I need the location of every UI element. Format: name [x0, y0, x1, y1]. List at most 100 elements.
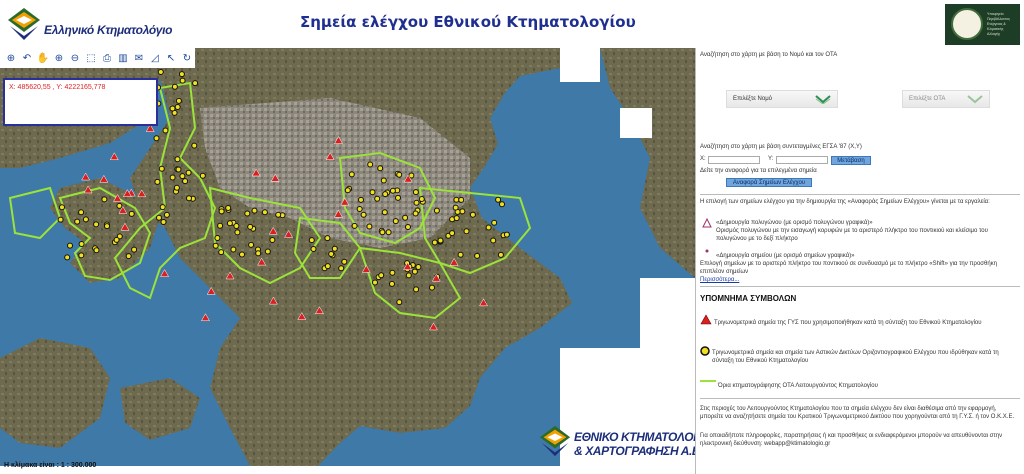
control-point-marker[interactable] [310, 246, 317, 252]
mail-icon[interactable]: ✉ [132, 51, 146, 65]
control-point-marker[interactable] [360, 211, 367, 218]
control-point-marker[interactable] [192, 80, 199, 87]
control-point-marker[interactable] [226, 220, 233, 227]
x-coordinate-input[interactable] [708, 156, 760, 164]
zoom-box-icon[interactable]: ⬚ [84, 51, 98, 65]
control-point-marker[interactable] [131, 246, 138, 253]
control-point-marker[interactable] [367, 161, 374, 168]
control-point-marker[interactable] [125, 253, 132, 260]
control-point-marker[interactable] [175, 97, 182, 104]
control-point-marker[interactable] [429, 284, 435, 291]
control-point-marker[interactable] [356, 206, 363, 212]
control-point-marker[interactable] [453, 196, 460, 203]
control-point-marker[interactable] [389, 187, 396, 194]
control-point-marker[interactable] [412, 189, 419, 196]
control-point-marker[interactable] [469, 211, 476, 218]
point-tool-icon[interactable] [704, 248, 710, 254]
control-point-marker[interactable] [156, 214, 162, 221]
control-point-marker[interactable] [93, 247, 100, 254]
control-point-marker[interactable] [182, 178, 189, 185]
control-point-marker[interactable] [392, 218, 399, 225]
control-point-marker[interactable] [178, 71, 185, 78]
control-point-marker[interactable] [338, 265, 345, 272]
control-point-marker[interactable] [78, 252, 85, 259]
control-point-marker[interactable] [378, 272, 385, 279]
control-point-marker[interactable] [405, 272, 412, 279]
control-point-marker[interactable] [233, 223, 240, 229]
go-button[interactable]: Μετάβαση [831, 156, 871, 165]
control-point-marker[interactable] [82, 216, 89, 223]
control-point-marker[interactable] [495, 196, 502, 203]
print-icon[interactable]: ⎙ [100, 51, 114, 65]
control-point-marker[interactable] [377, 165, 384, 172]
control-point-marker[interactable] [214, 235, 221, 241]
control-point-marker[interactable] [452, 204, 459, 211]
report-button[interactable]: Αναφορά Σημείων Ελέγχου [726, 178, 812, 187]
control-point-marker[interactable] [59, 204, 65, 211]
control-point-marker[interactable] [230, 246, 237, 253]
control-point-marker[interactable] [78, 209, 85, 216]
control-point-marker[interactable] [459, 208, 466, 215]
select-nomos-dropdown[interactable]: Επιλέξτε Νομό [726, 90, 838, 108]
arrow-icon[interactable]: ↖ [164, 51, 178, 65]
control-point-marker[interactable] [64, 254, 71, 261]
control-point-marker[interactable] [374, 195, 381, 202]
control-point-marker[interactable] [308, 237, 315, 244]
more-link[interactable]: Περισσότερα... [700, 277, 739, 283]
control-point-marker[interactable] [159, 204, 166, 211]
control-point-marker[interactable] [160, 219, 167, 225]
control-point-marker[interactable] [248, 241, 255, 248]
polygon-icon[interactable]: ◿ [148, 51, 162, 65]
control-point-marker[interactable] [453, 215, 460, 222]
control-point-marker[interactable] [67, 242, 73, 249]
control-point-marker[interactable] [175, 166, 182, 173]
control-point-marker[interactable] [457, 251, 464, 258]
control-point-marker[interactable] [418, 196, 425, 202]
control-point-marker[interactable] [191, 142, 198, 149]
hand-icon[interactable]: ✋ [36, 51, 50, 65]
control-point-marker[interactable] [171, 83, 178, 90]
control-point-marker[interactable] [57, 216, 64, 223]
control-point-marker[interactable] [217, 222, 224, 229]
zoom-in-icon[interactable]: ⊕ [52, 51, 66, 65]
control-point-marker[interactable] [174, 156, 181, 163]
control-point-marker[interactable] [402, 214, 409, 221]
control-point-marker[interactable] [169, 174, 176, 181]
control-point-marker[interactable] [395, 194, 401, 201]
control-point-marker[interactable] [239, 251, 245, 258]
pan-icon[interactable]: ↶ [20, 51, 34, 65]
control-point-marker[interactable] [128, 210, 135, 217]
control-point-marker[interactable] [485, 224, 492, 231]
control-point-marker[interactable] [261, 209, 268, 216]
control-point-marker[interactable] [158, 165, 165, 172]
control-point-marker[interactable] [173, 184, 180, 191]
control-point-marker[interactable] [186, 195, 192, 202]
control-point-marker[interactable] [396, 171, 403, 178]
control-point-marker[interactable] [412, 210, 419, 217]
control-point-marker[interactable] [93, 221, 100, 228]
control-point-marker[interactable] [163, 211, 170, 218]
control-point-marker[interactable] [458, 196, 465, 203]
zoom-full-icon[interactable]: ⊕ [4, 51, 18, 65]
control-point-marker[interactable] [269, 237, 276, 243]
control-point-marker[interactable] [179, 173, 186, 180]
control-point-marker[interactable] [381, 209, 388, 216]
control-point-marker[interactable] [157, 69, 164, 75]
control-point-marker[interactable] [218, 249, 225, 256]
control-point-marker[interactable] [503, 231, 510, 238]
control-point-marker[interactable] [474, 252, 481, 259]
control-point-marker[interactable] [113, 236, 120, 243]
control-point-marker[interactable] [379, 229, 386, 236]
control-point-marker[interactable] [497, 251, 504, 258]
control-point-marker[interactable] [264, 248, 271, 255]
control-point-marker[interactable] [389, 280, 395, 287]
control-point-marker[interactable] [366, 223, 373, 230]
measure-icon[interactable]: ▥ [116, 51, 130, 65]
control-point-marker[interactable] [275, 211, 282, 218]
map-canvas[interactable]: ⊕ ↶ ✋ ⊕ ⊖ ⬚ ⎙ ▥ ✉ ◿ ↖ ↻ X: 485620,55 , Y… [0, 48, 695, 466]
control-point-marker[interactable] [251, 207, 258, 214]
control-point-marker[interactable] [413, 286, 420, 293]
control-point-marker[interactable] [162, 127, 169, 134]
control-point-marker[interactable] [369, 189, 376, 196]
control-point-marker[interactable] [169, 105, 176, 112]
